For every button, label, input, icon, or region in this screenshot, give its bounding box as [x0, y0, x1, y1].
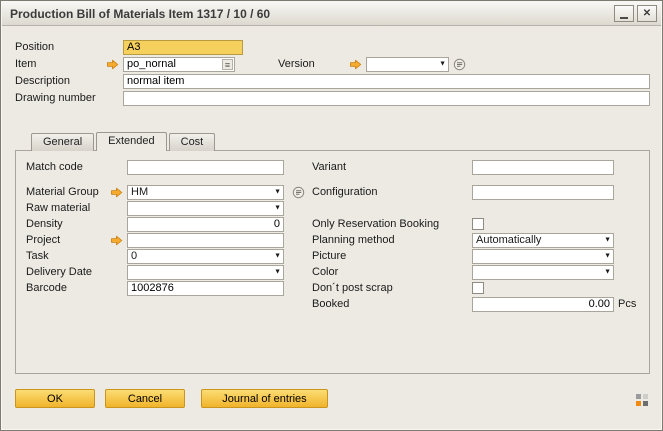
material-group-link-arrow-icon[interactable] — [110, 187, 123, 198]
description-row: Description — [15, 73, 650, 89]
item-link-arrow-icon[interactable] — [106, 59, 119, 70]
match-code-variant-row: Match code Variant — [16, 159, 649, 175]
item-label: Item — [15, 58, 36, 70]
only-reservation-booking-checkbox[interactable] — [472, 218, 484, 230]
booked-label: Booked — [312, 298, 349, 310]
dropdown-arrow-icon: ▼ — [274, 269, 281, 276]
planning-method-label: Planning method — [312, 234, 395, 246]
delivery-date-label: Delivery Date — [26, 266, 92, 278]
delivery-date-color-row: Delivery Date ▼ Color ▼ — [16, 264, 649, 280]
position-input[interactable] — [123, 40, 243, 55]
dropdown-arrow-icon: ▼ — [604, 269, 611, 276]
dont-post-scrap-checkbox[interactable] — [472, 282, 484, 294]
drawing-number-input[interactable] — [123, 91, 650, 106]
picture-dropdown[interactable]: ▼ — [472, 249, 614, 264]
task-dropdown[interactable]: 0 ▼ — [127, 249, 284, 264]
project-link-arrow-icon[interactable] — [110, 235, 123, 246]
item-field[interactable]: ≡ — [123, 57, 235, 72]
window-resize-grip-icon[interactable] — [635, 393, 649, 407]
drawing-number-row: Drawing number — [15, 90, 650, 106]
dropdown-arrow-icon: ▼ — [274, 189, 281, 196]
cancel-button[interactable]: Cancel — [105, 389, 185, 408]
material-group-dropdown[interactable]: HM ▼ — [127, 185, 284, 200]
raw-material-label: Raw material — [26, 202, 90, 214]
material-group-define-new-icon[interactable] — [292, 186, 305, 199]
variant-label: Variant — [312, 161, 346, 173]
raw-material-dropdown[interactable]: ▼ — [127, 201, 284, 216]
tab-extended[interactable]: Extended — [96, 132, 166, 151]
header-form: Position Item ≡ Version ▼ — [15, 39, 650, 107]
variant-input[interactable] — [472, 160, 614, 175]
project-input[interactable] — [127, 233, 284, 248]
color-label: Color — [312, 266, 338, 278]
planning-method-dropdown[interactable]: Automatically ▼ — [472, 233, 614, 248]
configuration-label: Configuration — [312, 186, 377, 198]
position-label: Position — [15, 41, 54, 53]
booked-row: Booked Pcs — [16, 296, 649, 312]
booked-input[interactable] — [472, 297, 614, 312]
task-value: 0 — [131, 250, 269, 262]
project-label: Project — [26, 234, 60, 246]
minimize-icon — [620, 17, 628, 19]
planning-method-value: Automatically — [476, 234, 599, 246]
raw-material-row: Raw material ▼ — [16, 200, 649, 216]
dropdown-arrow-icon: ▼ — [604, 253, 611, 260]
version-link-arrow-icon[interactable] — [349, 59, 362, 70]
tab-cost[interactable]: Cost — [169, 133, 216, 151]
match-code-label: Match code — [26, 161, 83, 173]
material-group-label: Material Group — [26, 186, 99, 198]
production-bom-window: Production Bill of Materials Item 1317 /… — [0, 0, 663, 431]
picture-label: Picture — [312, 250, 346, 262]
extended-tab-panel: Match code Variant Material Group HM ▼ — [15, 150, 650, 374]
window-title: Production Bill of Materials Item 1317 /… — [10, 7, 611, 21]
dropdown-arrow-icon: ▼ — [274, 205, 281, 212]
dropdown-arrow-icon: ▼ — [274, 253, 281, 260]
color-dropdown[interactable]: ▼ — [472, 265, 614, 280]
version-label: Version — [278, 58, 315, 70]
density-input[interactable] — [127, 217, 284, 232]
delivery-date-dropdown[interactable]: ▼ — [127, 265, 284, 280]
tab-general[interactable]: General — [31, 133, 94, 151]
close-button[interactable]: ✕ — [637, 5, 657, 22]
dropdown-arrow-icon: ▼ — [439, 61, 446, 68]
item-input[interactable] — [127, 58, 222, 70]
task-picture-row: Task 0 ▼ Picture ▼ — [16, 248, 649, 264]
drawing-number-label: Drawing number — [15, 92, 96, 104]
tab-bar: General Extended Cost — [31, 132, 217, 151]
choose-from-list-icon[interactable]: ≡ — [222, 59, 233, 70]
version-dropdown[interactable]: ▼ — [366, 57, 449, 72]
ok-button[interactable]: OK — [15, 389, 95, 408]
booked-unit-label: Pcs — [618, 298, 636, 310]
project-planning-row: Project Planning method Automatically ▼ — [16, 232, 649, 248]
journal-of-entries-button[interactable]: Journal of entries — [201, 389, 328, 408]
close-icon: ✕ — [643, 9, 651, 19]
material-group-value: HM — [131, 186, 269, 198]
barcode-scrap-row: Barcode Don´t post scrap — [16, 280, 649, 296]
dont-post-scrap-label: Don´t post scrap — [312, 282, 393, 294]
description-input[interactable] — [123, 74, 650, 89]
version-define-new-icon[interactable] — [453, 58, 466, 71]
match-code-input[interactable] — [127, 160, 284, 175]
task-label: Task — [26, 250, 49, 262]
barcode-label: Barcode — [26, 282, 67, 294]
density-label: Density — [26, 218, 63, 230]
position-row: Position — [15, 39, 650, 55]
barcode-input[interactable] — [127, 281, 284, 296]
density-reservation-row: Density Only Reservation Booking — [16, 216, 649, 232]
item-row: Item ≡ Version ▼ — [15, 56, 650, 72]
configuration-input[interactable] — [472, 185, 614, 200]
minimize-button[interactable] — [614, 5, 634, 22]
description-label: Description — [15, 75, 70, 87]
titlebar[interactable]: Production Bill of Materials Item 1317 /… — [2, 2, 661, 26]
dropdown-arrow-icon: ▼ — [604, 237, 611, 244]
only-reservation-booking-label: Only Reservation Booking — [312, 218, 439, 230]
material-group-configuration-row: Material Group HM ▼ — [16, 184, 649, 200]
